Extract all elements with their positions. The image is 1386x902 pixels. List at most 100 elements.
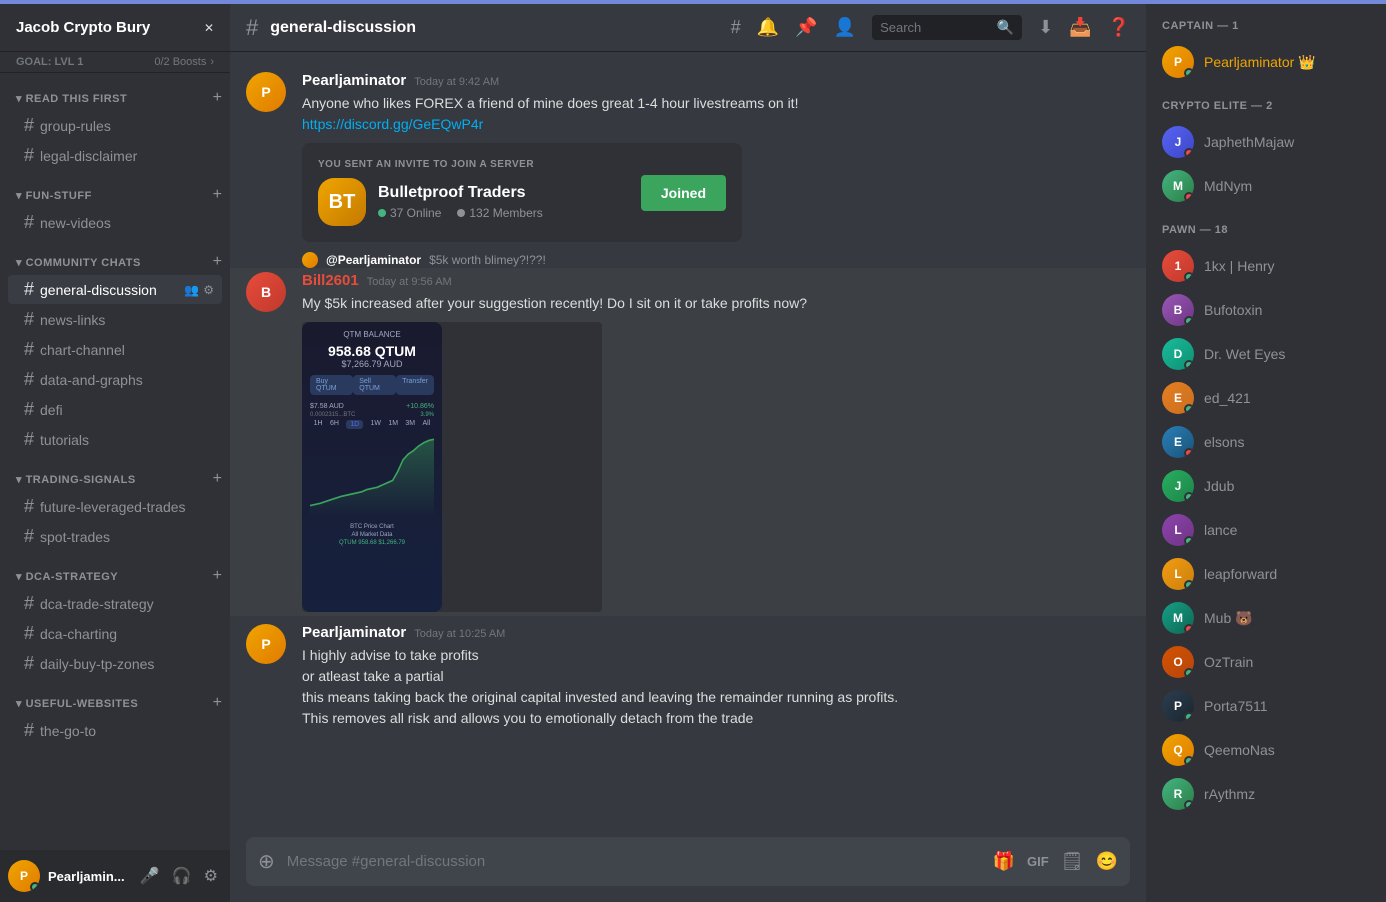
gif-icon[interactable]: GIF [1027,854,1049,869]
time-3m[interactable]: 3M [405,420,415,429]
hash-icon: # [24,593,34,614]
category-header[interactable]: ▾ READ THIS FIRST + [0,89,230,107]
server-header[interactable]: Jacob Crypto Bury ✕ [0,4,230,52]
sticker-icon[interactable]: 🗒 [1061,851,1084,872]
channel-item-dca-trade-strategy[interactable]: # dca-trade-strategy [8,589,222,618]
member-item[interactable]: M Mub 🐻 [1154,596,1378,640]
settings-icon[interactable]: ⚙ [203,283,214,297]
help-icon[interactable]: ❓ [1108,17,1130,38]
gift-icon[interactable]: 🎁 [993,851,1015,872]
channel-item-legal-disclaimer[interactable]: # legal-disclaimer [8,141,222,170]
member-name: lance [1204,522,1237,538]
channel-item-the-go-to[interactable]: # the-go-to [8,716,222,745]
server-icon: BT [318,178,366,226]
status-dot [1184,492,1194,502]
add-channel-icon[interactable]: + [213,694,222,712]
hashtag-header-icon[interactable]: # [731,17,741,38]
add-channel-icon[interactable]: + [213,470,222,488]
member-item[interactable]: B Bufotoxin [1154,288,1378,332]
user-info: Pearljamin... [48,869,128,884]
member-item[interactable]: E ed_421 [1154,376,1378,420]
channel-item-spot-trades[interactable]: # spot-trades [8,522,222,551]
buy-button[interactable]: Buy QTUM [310,375,353,395]
members-category-captain: CAPTAIN — 1 P Pearljaminator 👑 [1154,20,1378,84]
download-icon[interactable]: ⬇ [1038,17,1053,38]
reply-avatar [302,252,318,268]
headset-button[interactable]: 🎧 [168,862,196,890]
channel-item-data-and-graphs[interactable]: # data-and-graphs [8,365,222,394]
channel-item-defi[interactable]: # defi [8,395,222,424]
avatar: L [1162,514,1194,546]
channel-item-daily-buy-tp-zones[interactable]: # daily-buy-tp-zones [8,649,222,678]
joined-button[interactable]: Joined [641,175,726,211]
members-list-icon[interactable]: 👤 [834,17,856,38]
member-item[interactable]: P Pearljaminator 👑 [1154,40,1378,84]
time-1d[interactable]: 1D [346,420,363,429]
chart-balance: 958.68 QTUM [310,343,434,359]
add-channel-icon[interactable]: + [213,89,222,107]
message-input[interactable] [287,841,981,882]
avatar: M [1162,170,1194,202]
time-all[interactable]: All [422,420,430,429]
channel-name: new-videos [40,215,214,231]
search-input[interactable] [880,20,989,35]
search-box[interactable]: 🔍 [872,15,1022,40]
time-1m[interactable]: 1M [388,420,398,429]
time-1w[interactable]: 1W [371,420,382,429]
message-author[interactable]: Pearljaminator [302,72,406,89]
category-header[interactable]: ▾ USEFUL-WEBSITES + [0,694,230,712]
discord-link[interactable]: https://discord.gg/GeEQwP4r [302,116,483,132]
category-header[interactable]: ▾ COMMUNITY CHATS + [0,253,230,271]
channel-item-new-videos[interactable]: # new-videos [8,208,222,237]
member-item[interactable]: M MdNym [1154,164,1378,208]
channel-item-general-discussion[interactable]: # general-discussion 👥 ⚙ [8,275,222,304]
add-attachment-button[interactable]: ⊕ [258,837,275,886]
add-channel-icon[interactable]: + [213,567,222,585]
category-header[interactable]: ▾ TRADING-SIGNALS + [0,470,230,488]
member-item[interactable]: L lance [1154,508,1378,552]
category-header[interactable]: ▾ DCA-STRATEGY + [0,567,230,585]
time-1h[interactable]: 1H [314,420,323,429]
transfer-button[interactable]: Transfer [396,375,434,395]
member-item[interactable]: P Porta7511 [1154,684,1378,728]
notification-bell-icon[interactable]: 🔔 [757,17,779,38]
category-header[interactable]: ▾ FUN-STUFF + [0,186,230,204]
sell-button[interactable]: Sell QTUM [353,375,396,395]
message-group: P Pearljaminator Today at 9:42 AM Anyone… [230,68,1146,246]
hash-icon: # [24,429,34,450]
member-item[interactable]: Q QeemoNas [1154,728,1378,772]
channel-item-news-links[interactable]: # news-links [8,305,222,334]
member-item[interactable]: J Jdub [1154,464,1378,508]
microphone-button[interactable]: 🎤 [136,862,164,890]
add-channel-icon[interactable]: + [213,253,222,271]
channel-item-tutorials[interactable]: # tutorials [8,425,222,454]
channel-item-group-rules[interactable]: # group-rules [8,111,222,140]
channel-name: dca-trade-strategy [40,596,214,612]
add-channel-icon[interactable]: + [213,186,222,204]
member-count: 132 Members [457,206,542,220]
member-item[interactable]: E elsons [1154,420,1378,464]
member-item[interactable]: O OzTrain [1154,640,1378,684]
time-6h[interactable]: 6H [330,420,339,429]
member-item[interactable]: D Dr. Wet Eyes [1154,332,1378,376]
chevron-down-icon: ✕ [204,21,214,35]
member-item[interactable]: 1 1kx | Henry [1154,244,1378,288]
channel-item-chart-channel[interactable]: # chart-channel [8,335,222,364]
channel-item-future-leveraged-trades[interactable]: # future-leveraged-trades [8,492,222,521]
pin-icon[interactable]: 📌 [795,17,817,38]
hash-icon: # [24,399,34,420]
member-item[interactable]: R rAythmz [1154,772,1378,816]
emoji-icon[interactable]: 😊 [1096,851,1118,872]
members-category-pawn: PAWN — 18 1 1kx | Henry B Bufotoxin D Dr… [1154,224,1378,816]
channel-name: dca-charting [40,626,214,642]
boost-goal: GOAL: LVL 1 [16,56,83,68]
inbox-icon[interactable]: 📥 [1069,17,1091,38]
channel-item-dca-charting[interactable]: # dca-charting [8,619,222,648]
hash-icon: # [24,526,34,547]
status-dot [1184,272,1194,282]
message-author[interactable]: Bill2601 [302,272,359,289]
member-item[interactable]: L leapforward [1154,552,1378,596]
member-item[interactable]: J JaphethMajaw [1154,120,1378,164]
settings-button[interactable]: ⚙ [200,862,222,890]
message-author[interactable]: Pearljaminator [302,624,406,641]
